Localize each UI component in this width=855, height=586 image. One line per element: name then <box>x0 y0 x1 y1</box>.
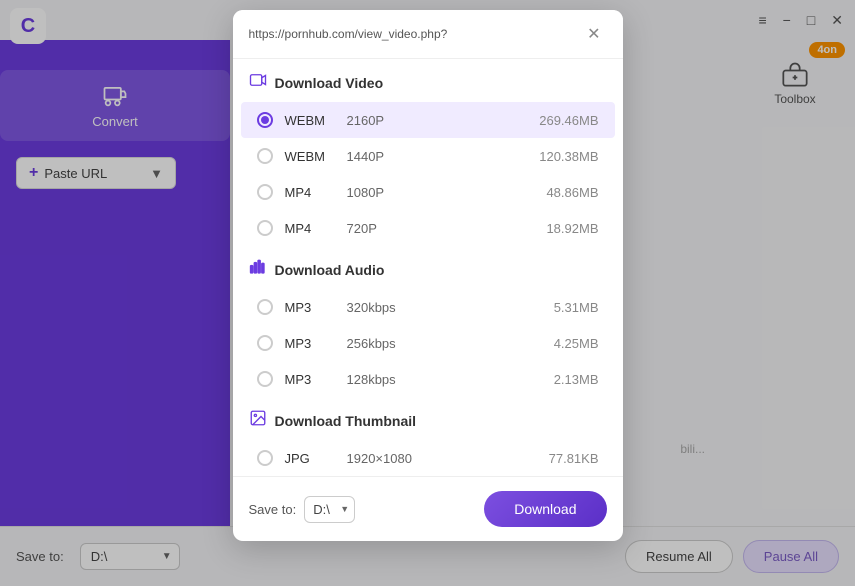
modal-url: https://pornhub.com/view_video.php? <box>249 27 582 41</box>
modal-overlay: https://pornhub.com/view_video.php? ✕ Do… <box>0 0 855 586</box>
option-size-a0: 5.31MB <box>554 300 599 315</box>
option-format-v2: MP4 <box>285 185 335 200</box>
radio-video-1[interactable] <box>257 148 273 164</box>
radio-video-0[interactable] <box>257 112 273 128</box>
video-option-3[interactable]: MP4 720P 18.92MB <box>241 210 615 246</box>
modal-save-wrapper: D:\ <box>304 496 355 523</box>
modal-header: https://pornhub.com/view_video.php? ✕ <box>233 10 623 59</box>
audio-section-title: Download Audio <box>275 262 385 278</box>
audio-option-1[interactable]: MP3 256kbps 4.25MB <box>241 325 615 361</box>
option-size-v3: 18.92MB <box>546 221 598 236</box>
option-quality-v1: 1440P <box>347 149 528 164</box>
option-size-t0: 77.81KB <box>549 451 599 466</box>
modal-save-to: Save to: D:\ <box>249 496 356 523</box>
modal-save-select[interactable]: D:\ <box>304 496 355 523</box>
option-quality-a0: 320kbps <box>347 300 542 315</box>
option-format-v0: WEBM <box>285 113 335 128</box>
video-section-title: Download Video <box>275 75 384 91</box>
download-modal: https://pornhub.com/view_video.php? ✕ Do… <box>233 10 623 541</box>
option-size-a1: 4.25MB <box>554 336 599 351</box>
audio-option-2[interactable]: MP3 128kbps 2.13MB <box>241 361 615 397</box>
radio-video-3[interactable] <box>257 220 273 236</box>
modal-footer: Save to: D:\ Download <box>233 476 623 541</box>
option-quality-v0: 2160P <box>347 113 528 128</box>
option-size-v2: 48.86MB <box>546 185 598 200</box>
radio-audio-2[interactable] <box>257 371 273 387</box>
option-size-v0: 269.46MB <box>539 113 598 128</box>
modal-body: Download Video WEBM 2160P 269.46MB WEBM … <box>233 59 623 476</box>
modal-close-button[interactable]: ✕ <box>581 22 606 46</box>
thumbnail-section-header: Download Thumbnail <box>233 397 623 440</box>
video-section-header: Download Video <box>233 59 623 102</box>
thumbnail-section-title: Download Thumbnail <box>275 413 417 429</box>
download-button[interactable]: Download <box>484 491 606 527</box>
option-quality-a2: 128kbps <box>347 372 542 387</box>
option-quality-v2: 1080P <box>347 185 535 200</box>
radio-thumb-0[interactable] <box>257 450 273 466</box>
video-option-0[interactable]: WEBM 2160P 269.46MB <box>241 102 615 138</box>
option-format-v1: WEBM <box>285 149 335 164</box>
option-format-a1: MP3 <box>285 336 335 351</box>
option-quality-a1: 256kbps <box>347 336 542 351</box>
radio-audio-0[interactable] <box>257 299 273 315</box>
option-quality-v3: 720P <box>347 221 535 236</box>
option-size-v1: 120.38MB <box>539 149 598 164</box>
option-size-a2: 2.13MB <box>554 372 599 387</box>
option-format-v3: MP4 <box>285 221 335 236</box>
audio-section-header: Download Audio <box>233 246 623 289</box>
thumbnail-section-icon <box>249 409 267 432</box>
radio-audio-1[interactable] <box>257 335 273 351</box>
thumbnail-option-0[interactable]: JPG 1920×1080 77.81KB <box>241 440 615 476</box>
option-format-a0: MP3 <box>285 300 335 315</box>
option-format-t0: JPG <box>285 451 335 466</box>
audio-section-icon <box>249 258 267 281</box>
video-section-icon <box>249 71 267 94</box>
option-format-a2: MP3 <box>285 372 335 387</box>
video-option-1[interactable]: WEBM 1440P 120.38MB <box>241 138 615 174</box>
audio-option-0[interactable]: MP3 320kbps 5.31MB <box>241 289 615 325</box>
radio-video-2[interactable] <box>257 184 273 200</box>
option-quality-t0: 1920×1080 <box>347 451 537 466</box>
video-option-2[interactable]: MP4 1080P 48.86MB <box>241 174 615 210</box>
modal-save-label: Save to: <box>249 502 297 517</box>
